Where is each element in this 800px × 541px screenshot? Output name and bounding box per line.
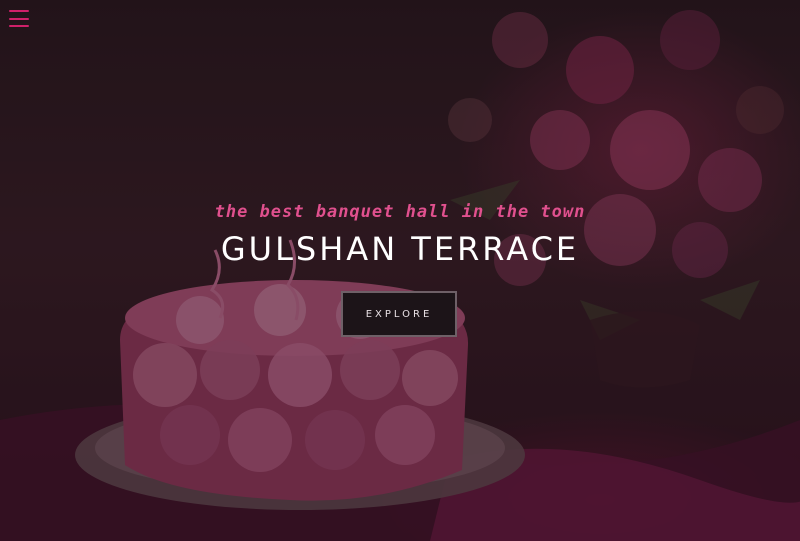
hero-tagline: the best banquet hall in the town — [214, 202, 586, 222]
hero-section: the best banquet hall in the town GULSHA… — [0, 0, 800, 541]
explore-button-label: EXPLORE — [365, 308, 433, 320]
dark-overlay — [0, 0, 800, 541]
hamburger-menu-icon[interactable] — [9, 10, 29, 27]
hero-title: GULSHAN TERRACE — [220, 230, 580, 268]
explore-button[interactable]: EXPLORE — [341, 291, 457, 337]
